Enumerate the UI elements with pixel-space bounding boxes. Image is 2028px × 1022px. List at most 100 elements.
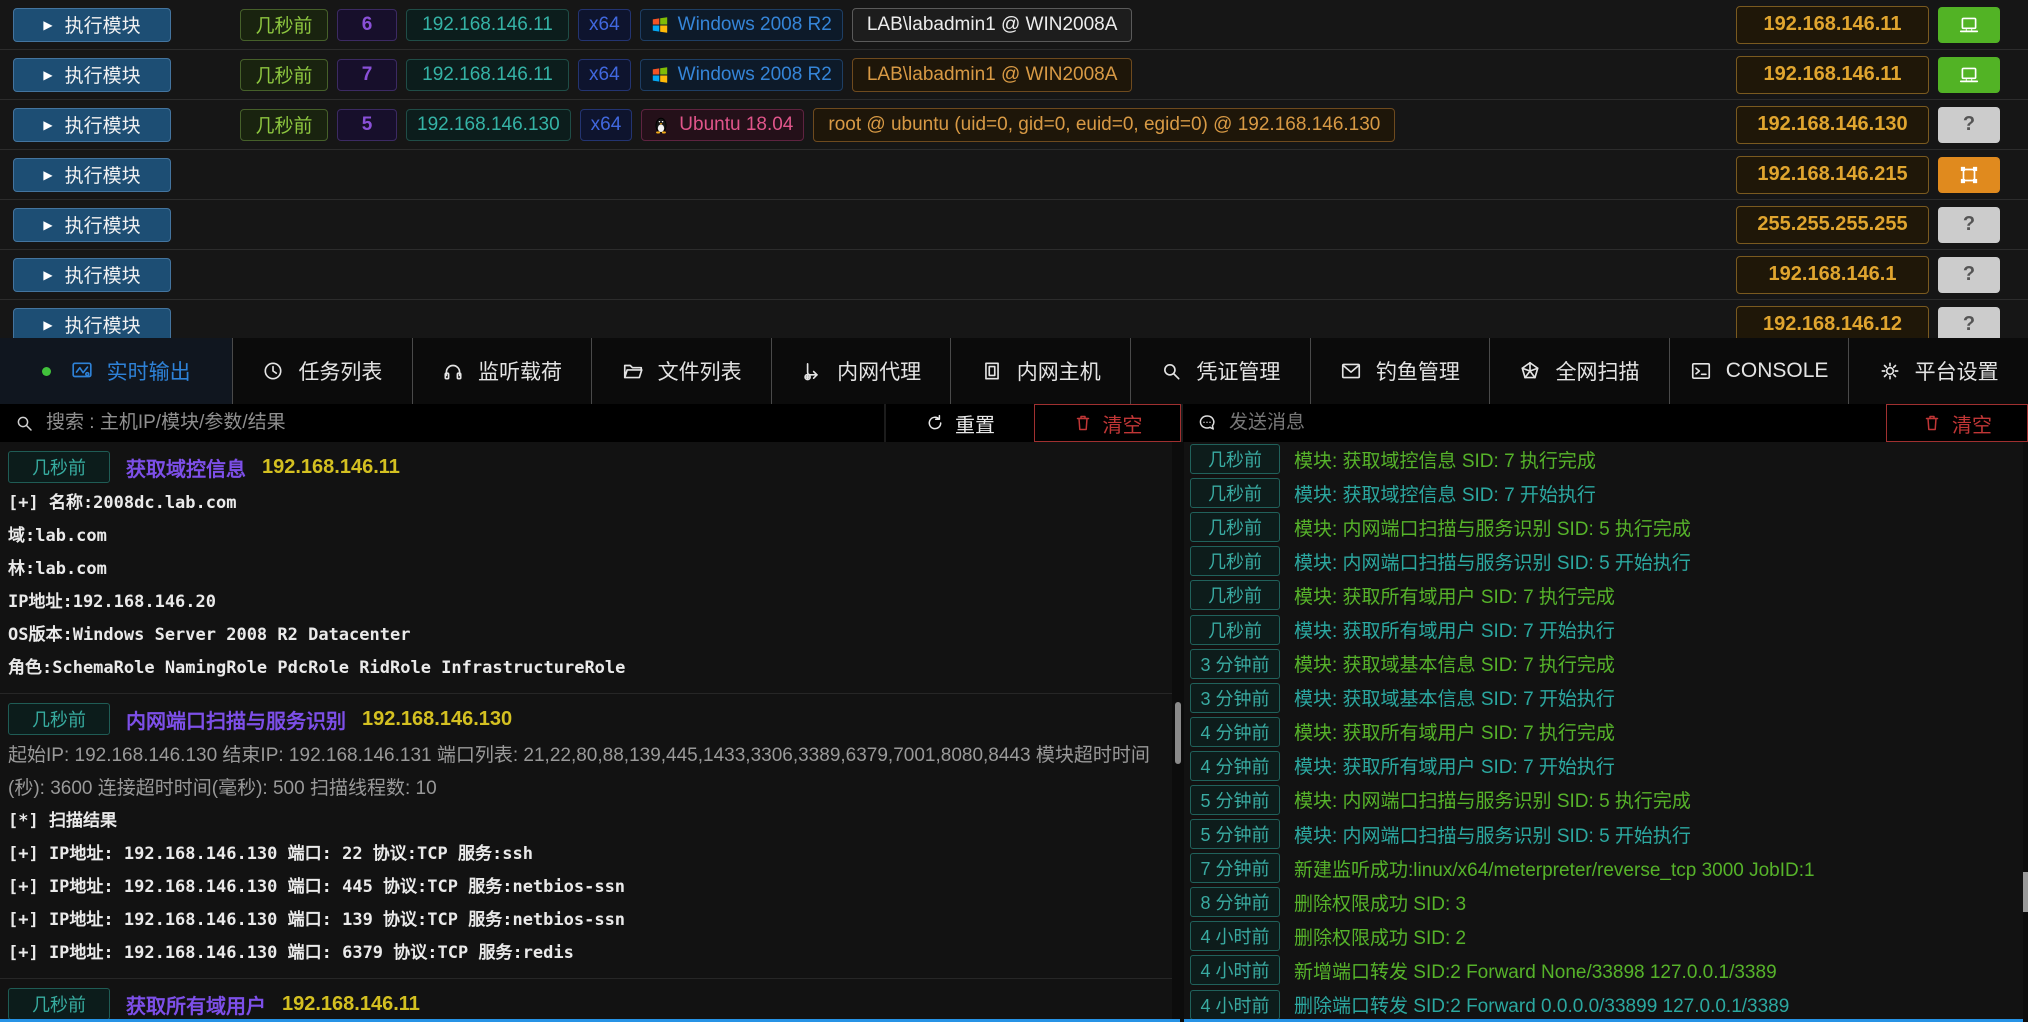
log-target-ip: 192.168.146.130 — [362, 708, 512, 731]
arch-badge: x64 — [578, 9, 631, 41]
execute-module-label: 执行模块 — [65, 261, 141, 288]
execute-module-button[interactable]: ▶执行模块 — [13, 308, 171, 339]
host-ip-label: 192.168.146.12 — [1736, 306, 1929, 339]
log-module-params: 起始IP: 192.168.146.130 结束IP: 192.168.146.… — [0, 739, 1172, 805]
last-seen-badge: 几秒前 — [240, 109, 328, 141]
message-row: 4 小时前删除权限成功 SID: 2 — [1184, 919, 2028, 953]
proxy-arrow-icon — [801, 360, 823, 382]
message-time-badge: 4 小时前 — [1190, 921, 1280, 951]
host-status-button[interactable] — [1938, 157, 2000, 193]
message-time-badge: 7 分钟前 — [1190, 853, 1280, 883]
log-output-line: 角色:SchemaRole NamingRole PdcRole RidRole… — [0, 652, 1172, 685]
message-row: 3 分钟前模块: 获取域基本信息 SID: 7 执行完成 — [1184, 647, 2028, 681]
log-entry: 几秒前获取域控信息192.168.146.11[+] 名称:2008dc.lab… — [0, 442, 1172, 693]
session-id-badge: 7 — [337, 59, 397, 91]
message-time-badge: 5 分钟前 — [1190, 785, 1280, 815]
log-entry-header: 几秒前内网端口扫描与服务识别192.168.146.130 — [0, 699, 1172, 739]
execute-module-button[interactable]: ▶执行模块 — [13, 108, 171, 142]
log-panel-scrollbar[interactable] — [1172, 442, 1184, 1022]
magnifier-icon — [1160, 360, 1182, 382]
tab-内网代理[interactable]: 内网代理 — [771, 338, 951, 404]
log-output-line: [+] IP地址: 192.168.146.130 端口: 6379 协议:TC… — [0, 937, 1172, 970]
laptop-icon — [1958, 64, 1980, 86]
message-row: 几秒前模块: 内网端口扫描与服务识别 SID: 5 开始执行 — [1184, 544, 2028, 578]
tab-label: CONSOLE — [1726, 359, 1829, 383]
log-output-line: [*] 扫描结果 — [0, 805, 1172, 838]
tab-label: 文件列表 — [658, 356, 742, 386]
tab-平台设置[interactable]: 平台设置 — [1848, 338, 2028, 404]
tab-任务列表[interactable]: 任务列表 — [232, 338, 412, 404]
session-row: ▶执行模块几秒前6192.168.146.11x64Windows 2008 R… — [0, 0, 2028, 50]
scrollbar-thumb[interactable] — [1175, 702, 1181, 764]
reset-button[interactable]: 重置 — [884, 404, 1034, 442]
play-icon: ▶ — [43, 68, 52, 82]
execute-module-button[interactable]: ▶执行模块 — [13, 258, 171, 292]
message-time-badge: 4 分钟前 — [1190, 751, 1280, 781]
message-text: 模块: 获取域基本信息 SID: 7 执行完成 — [1294, 650, 1615, 677]
session-list: ▶执行模块几秒前6192.168.146.11x64Windows 2008 R… — [0, 0, 2028, 338]
execute-module-label: 执行模块 — [65, 161, 141, 188]
session-row: ▶执行模块 192.168.146.215 — [0, 150, 2028, 200]
play-icon: ▶ — [43, 318, 52, 332]
host-ip-label: 192.168.146.215 — [1736, 156, 1929, 194]
tab-钓鱼管理[interactable]: 钓鱼管理 — [1310, 338, 1490, 404]
log-entry-header: 几秒前获取域控信息192.168.146.11 — [0, 447, 1172, 487]
tab-实时输出[interactable]: 实时输出 — [0, 338, 232, 404]
os-badge: Windows 2008 R2 — [640, 9, 843, 41]
session-row: ▶执行模块255.255.255.255? — [0, 200, 2028, 250]
last-seen-badge: 几秒前 — [240, 59, 328, 91]
mail-icon — [1340, 360, 1362, 382]
host-status-button[interactable]: ? — [1938, 207, 2000, 243]
headphones-icon — [442, 360, 464, 382]
host-status-button[interactable]: ? — [1938, 107, 2000, 143]
scrollbar-thumb[interactable] — [2023, 872, 2028, 912]
message-time-badge: 几秒前 — [1190, 546, 1280, 576]
tab-内网主机[interactable]: 内网主机 — [950, 338, 1130, 404]
send-message-input[interactable] — [1227, 411, 1886, 435]
user-context-badge: LAB\labadmin1 @ WIN2008A — [852, 58, 1133, 92]
message-time-badge: 4 小时前 — [1190, 990, 1280, 1020]
reset-label: 重置 — [955, 409, 995, 438]
host-ip-label: 192.168.146.11 — [1736, 6, 1929, 44]
clear-messages-button[interactable]: 清空 — [1886, 404, 2028, 442]
host-status-button[interactable] — [1938, 7, 2000, 43]
execute-module-button[interactable]: ▶执行模块 — [13, 158, 171, 192]
host-status-button[interactable]: ? — [1938, 307, 2000, 339]
laptop-icon — [1958, 14, 1980, 36]
log-entry: 几秒前内网端口扫描与服务识别192.168.146.130起始IP: 192.1… — [0, 693, 1172, 978]
execute-module-button[interactable]: ▶执行模块 — [13, 58, 171, 92]
tab-监听载荷[interactable]: 监听载荷 — [412, 338, 592, 404]
execute-module-button[interactable]: ▶执行模块 — [13, 8, 171, 42]
message-time-badge: 4 分钟前 — [1190, 717, 1280, 747]
log-entry: 几秒前获取所有域用户192.168.146.11[+] 用户:Administr… — [0, 978, 1172, 1022]
message-panel-scrollbar[interactable] — [2023, 442, 2028, 1022]
message-row: 8 分钟前删除权限成功 SID: 3 — [1184, 885, 2028, 919]
tab-全网扫描[interactable]: 全网扫描 — [1489, 338, 1669, 404]
execute-module-button[interactable]: ▶执行模块 — [13, 208, 171, 242]
search-icon — [14, 413, 34, 433]
clock-icon — [262, 360, 284, 382]
host-ip-label: 192.168.146.130 — [1736, 106, 1929, 144]
search-box[interactable] — [0, 404, 884, 442]
log-entry-header: 几秒前获取所有域用户192.168.146.11 — [0, 984, 1172, 1022]
clear-output-button[interactable]: 清空 — [1034, 404, 1181, 442]
session-row: ▶执行模块 192.168.146.12? — [0, 300, 2028, 338]
send-message-box[interactable] — [1181, 404, 1886, 442]
tab-CONSOLE[interactable]: CONSOLE — [1669, 338, 1849, 404]
session-id-badge: 6 — [337, 9, 397, 41]
message-time-badge: 几秒前 — [1190, 478, 1280, 508]
tab-label: 实时输出 — [107, 356, 191, 386]
host-status-button[interactable]: ? — [1938, 257, 2000, 293]
user-context-badge: LAB\labadmin1 @ WIN2008A — [852, 8, 1133, 42]
os-label: Windows 2008 R2 — [678, 64, 832, 86]
log-output-line: [+] IP地址: 192.168.146.130 端口: 22 协议:TCP … — [0, 838, 1172, 871]
message-time-badge: 8 分钟前 — [1190, 887, 1280, 917]
tab-凭证管理[interactable]: 凭证管理 — [1130, 338, 1310, 404]
tab-文件列表[interactable]: 文件列表 — [591, 338, 771, 404]
execute-module-label: 执行模块 — [65, 11, 141, 38]
host-status-button[interactable] — [1938, 57, 2000, 93]
tab-label: 内网主机 — [1017, 356, 1101, 386]
search-input[interactable] — [44, 411, 884, 435]
realtime-output-panel: 几秒前获取域控信息192.168.146.11[+] 名称:2008dc.lab… — [0, 442, 1172, 1022]
log-time-badge: 几秒前 — [8, 988, 110, 1020]
